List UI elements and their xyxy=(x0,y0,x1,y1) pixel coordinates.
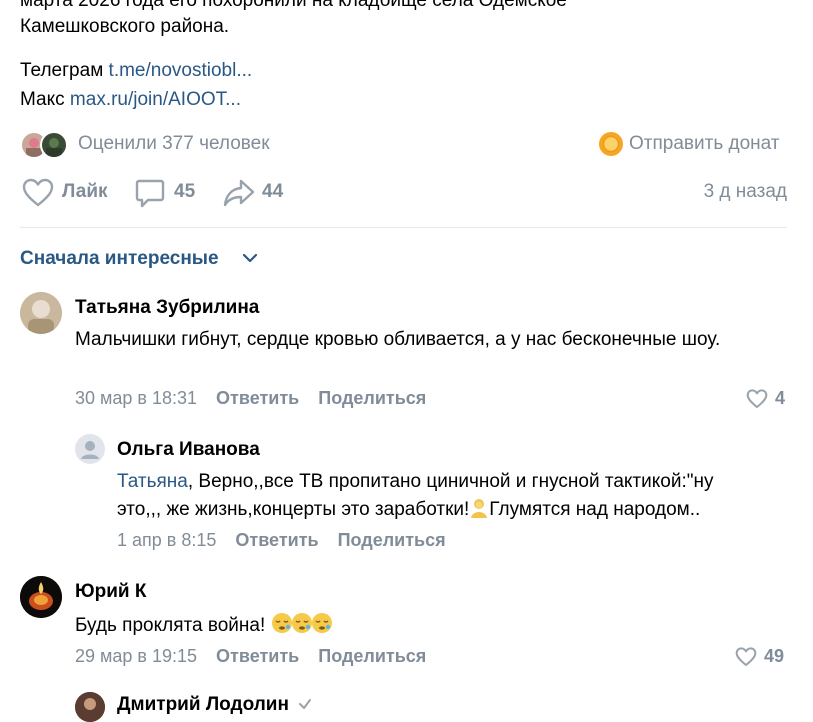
person-emoji-icon xyxy=(469,498,489,518)
share-button[interactable]: Поделиться xyxy=(338,530,446,550)
reply-button[interactable]: Ответить xyxy=(216,646,299,666)
sleepy-face-emoji-icon xyxy=(271,612,292,633)
avatar[interactable] xyxy=(20,292,62,334)
avatar[interactable] xyxy=(20,576,62,618)
comment-meta: 1 апр в 8:15 Ответить Поделиться xyxy=(117,530,446,551)
comment-author[interactable]: Ольга Иванова xyxy=(117,439,260,461)
reply-button[interactable]: Ответить xyxy=(216,388,299,408)
comment-text-part: Глумятся над народом.. xyxy=(489,499,701,520)
verified-check-icon xyxy=(297,696,313,712)
telegram-line: Телеграм t.me/novostiobl... xyxy=(20,57,252,84)
post-text-line1: марта 2026 года его похоронили на кладби… xyxy=(20,0,567,11)
comment-date[interactable]: 1 апр в 8:15 xyxy=(117,530,216,550)
reply-button[interactable]: Ответить xyxy=(235,530,318,550)
comment-author[interactable]: Татьяна Зубрилина xyxy=(75,297,259,319)
telegram-link[interactable]: t.me/novostiobl... xyxy=(109,60,253,81)
comments-count[interactable]: 45 xyxy=(174,181,195,203)
like-count[interactable]: 4 xyxy=(775,388,785,409)
heart-icon[interactable] xyxy=(735,647,757,667)
mention-link[interactable]: Татьяна xyxy=(117,471,188,492)
share-icon[interactable] xyxy=(222,177,256,209)
comment-date[interactable]: 30 мар в 18:31 xyxy=(75,388,197,408)
max-link[interactable]: max.ru/join/AIOOT... xyxy=(70,89,241,110)
heart-icon[interactable] xyxy=(746,389,768,409)
like-button[interactable]: Лайк xyxy=(62,181,108,203)
comment-author-row: Дмитрий Лодолин xyxy=(117,694,313,716)
avatar[interactable] xyxy=(75,434,105,464)
sort-label: Сначала интересные xyxy=(20,248,219,269)
like-count[interactable]: 49 xyxy=(764,646,784,667)
max-label: Макс xyxy=(20,89,65,110)
share-button[interactable]: Поделиться xyxy=(318,646,426,666)
comment-text-line2: это,,, же жизнь,концерты это заработки! Г… xyxy=(117,496,700,524)
share-button[interactable]: Поделиться xyxy=(318,388,426,408)
rater-avatar xyxy=(40,131,68,159)
chevron-down-icon[interactable] xyxy=(241,251,259,265)
post-time[interactable]: 3 д назад xyxy=(704,181,787,203)
comment-date[interactable]: 29 мар в 19:15 xyxy=(75,646,197,666)
comment-meta: 29 мар в 19:15 Ответить Поделиться xyxy=(75,646,426,667)
sleepy-face-emoji-icon xyxy=(291,612,312,633)
coin-icon[interactable] xyxy=(598,131,624,157)
heart-icon[interactable] xyxy=(22,178,54,208)
sleepy-face-emoji-icon xyxy=(311,612,332,633)
telegram-label: Телеграм xyxy=(20,60,104,81)
comment-icon[interactable] xyxy=(134,177,166,209)
comment-text-part: , Верно,,все ТВ пропитано циничной и гну… xyxy=(187,471,714,492)
comment-text-part: это,,, же жизнь,концерты это заработки! xyxy=(117,499,470,520)
divider xyxy=(20,227,787,228)
post-text-line2: Камешковского района. xyxy=(20,16,230,37)
comment-text: Мальчишки гибнут, сердце кровью обливает… xyxy=(75,329,721,350)
avatar[interactable] xyxy=(75,692,105,722)
comment-text: Будь проклята война! xyxy=(75,612,332,640)
rated-text[interactable]: Оценили 377 человек xyxy=(78,133,270,155)
shares-count[interactable]: 44 xyxy=(262,181,283,203)
comment-meta: 30 мар в 18:31 Ответить Поделиться xyxy=(75,388,426,409)
comment-text-part: Будь проклята война! xyxy=(75,615,266,636)
comment-author[interactable]: Юрий К xyxy=(75,581,146,603)
donate-button[interactable]: Отправить донат xyxy=(629,133,780,155)
comments-sort-dropdown[interactable]: Сначала интересные xyxy=(20,248,219,270)
max-line: Макс max.ru/join/AIOOT... xyxy=(20,86,241,113)
comment-text: Татьяна, Верно,,все ТВ пропитано цинично… xyxy=(117,468,713,496)
